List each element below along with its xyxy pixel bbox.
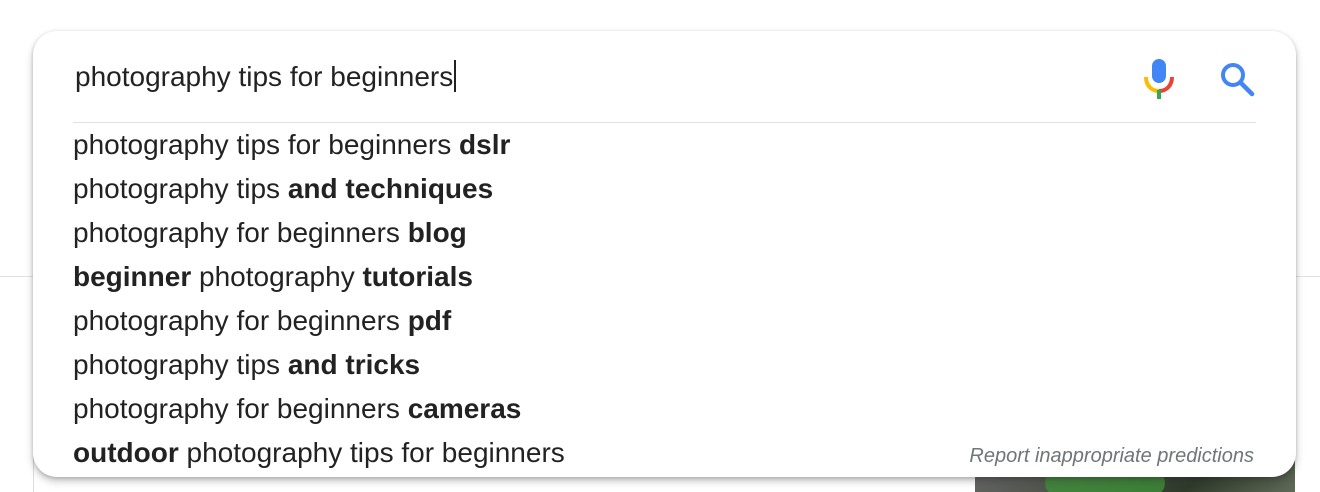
- suggestion-completion-text: dslr: [459, 129, 511, 160]
- search-autocomplete-panel: photography tips for beginners photograp…: [33, 31, 1296, 477]
- text-cursor: [454, 60, 457, 92]
- suggestion-item[interactable]: photography for beginners pdf: [33, 299, 1296, 343]
- suggestion-completion-text: and techniques: [287, 173, 494, 204]
- suggestion-query-text: photography: [191, 261, 363, 292]
- suggestion-completion-text: blog: [407, 217, 467, 248]
- suggestion-query-text: photography tips: [73, 173, 288, 204]
- suggestion-query-text: photography for beginners: [73, 305, 408, 336]
- microphone-icon[interactable]: [1141, 57, 1177, 101]
- report-predictions-link[interactable]: Report inappropriate predictions: [969, 445, 1254, 468]
- suggestion-completion-text: pdf: [407, 305, 452, 336]
- suggestion-query-text: photography for beginners: [73, 393, 408, 424]
- suggestion-list: photography tips for beginners dslr phot…: [33, 123, 1296, 475]
- search-bar: photography tips for beginners: [33, 31, 1296, 123]
- suggestion-item[interactable]: photography tips for beginners dslr: [33, 123, 1296, 167]
- search-query-text: photography tips for beginners: [75, 61, 454, 92]
- suggestion-item[interactable]: beginner photography tutorials: [33, 255, 1296, 299]
- suggestion-item[interactable]: photography for beginners blog: [33, 211, 1296, 255]
- search-icon[interactable]: [1217, 59, 1257, 99]
- suggestion-completion-text: beginner: [73, 261, 192, 292]
- suggestion-completion-text: tutorials: [362, 261, 473, 292]
- suggestion-completion-text: outdoor: [73, 437, 179, 468]
- suggestion-item[interactable]: photography tips and techniques: [33, 167, 1296, 211]
- suggestion-query-text: photography tips: [73, 349, 288, 380]
- search-input[interactable]: photography tips for beginners: [75, 59, 1075, 95]
- suggestion-completion-text: and tricks: [287, 349, 421, 380]
- suggestion-query-text: photography for beginners: [73, 217, 408, 248]
- suggestion-completion-text: cameras: [407, 393, 522, 424]
- page: photography tips for beginners photograp…: [0, 0, 1320, 492]
- suggestion-query-text: photography tips for beginners: [73, 129, 460, 160]
- suggestion-query-text: photography tips for beginners: [178, 437, 565, 468]
- suggestion-item[interactable]: photography tips and tricks: [33, 343, 1296, 387]
- suggestion-item[interactable]: photography for beginners cameras: [33, 387, 1296, 431]
